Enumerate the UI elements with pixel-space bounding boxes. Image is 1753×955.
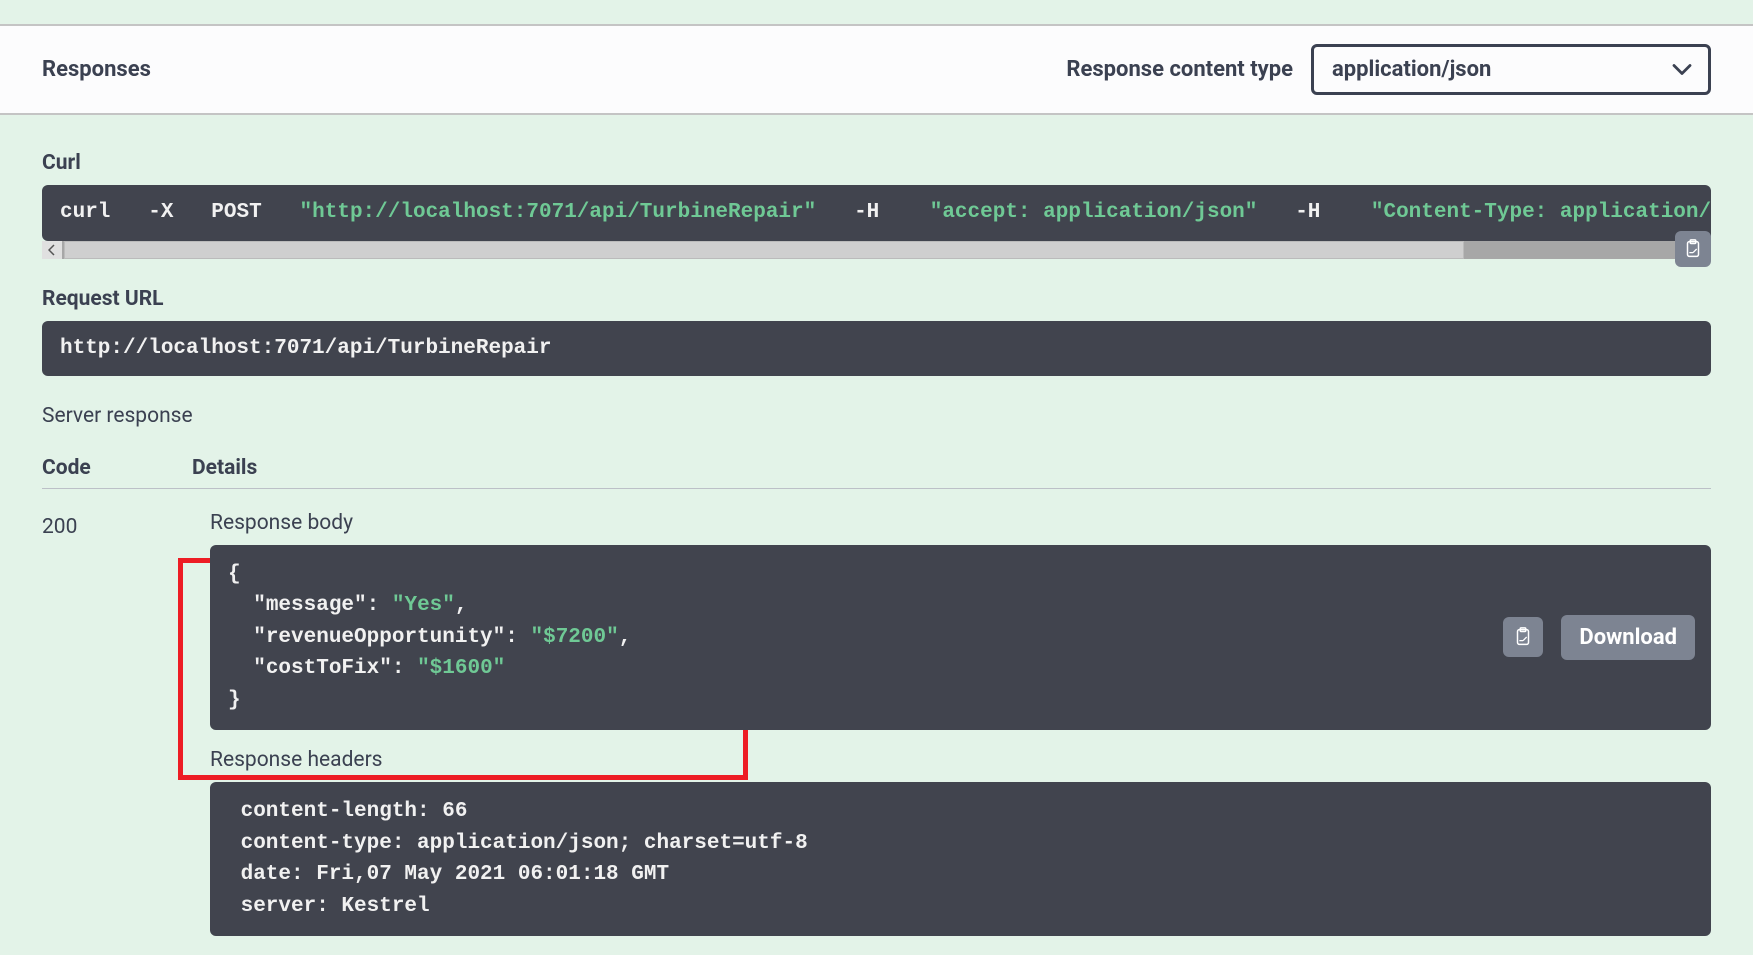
responses-header: Responses Response content type applicat…	[0, 24, 1753, 115]
curl-url: "http://localhost:7071/api/TurbineRepair…	[300, 201, 817, 224]
details-column-header: Details	[192, 456, 1711, 480]
response-table-head: Code Details	[42, 456, 1711, 489]
request-url-label: Request URL	[42, 287, 1711, 311]
response-headers-label: Response headers	[210, 748, 1711, 772]
curl-content-type: "Content-Type: application/json"	[1371, 201, 1711, 224]
status-code: 200	[42, 511, 192, 937]
curl-flag-h2: -H	[1295, 201, 1320, 224]
curl-section: curl -X POST "http://localhost:7071/api/…	[42, 185, 1711, 259]
responses-title: Responses	[42, 57, 151, 82]
response-headers-block: content-length: 66 content-type: applica…	[210, 782, 1711, 936]
curl-cmd: curl	[60, 201, 110, 224]
clipboard-icon	[1512, 626, 1534, 648]
response-body-highlight-frame: Response body	[192, 511, 1711, 535]
response-body-actions: Download	[1503, 615, 1711, 660]
curl-accept: "accept: application/json"	[930, 201, 1258, 224]
content-type-label: Response content type	[1066, 57, 1293, 82]
code-column-header: Code	[42, 456, 192, 480]
clipboard-icon	[1682, 238, 1704, 260]
curl-command-block: curl -X POST "http://localhost:7071/api/…	[42, 185, 1711, 241]
content-area: Curl curl -X POST "http://localhost:7071…	[0, 115, 1753, 936]
content-type-value: application/json	[1332, 57, 1491, 82]
curl-label: Curl	[42, 151, 1711, 175]
curl-method: POST	[211, 201, 261, 224]
content-type-select[interactable]: application/json	[1311, 44, 1711, 95]
curl-scrollbar[interactable]	[42, 241, 1711, 259]
copy-curl-button[interactable]	[1675, 231, 1711, 267]
scrollbar-thumb[interactable]	[64, 241, 1464, 259]
chevron-down-icon	[1672, 57, 1692, 82]
scrollbar-left-arrow[interactable]	[42, 241, 62, 259]
response-body-text: { "message": "Yes", "revenueOpportunity"…	[210, 545, 1503, 731]
curl-flag-x: -X	[148, 201, 173, 224]
details-column: Response body { "message": "Yes", "reven…	[192, 511, 1711, 937]
response-row-200: 200 Response body { "message": "Yes", "r…	[42, 511, 1711, 937]
curl-flag-h1: -H	[854, 201, 879, 224]
response-body-label: Response body	[210, 511, 1711, 535]
response-table: Code Details 200 Response body { "messag…	[42, 456, 1711, 937]
request-url-block: http://localhost:7071/api/TurbineRepair	[42, 321, 1711, 376]
download-button[interactable]: Download	[1561, 615, 1695, 660]
response-body-block: { "message": "Yes", "revenueOpportunity"…	[210, 545, 1711, 731]
copy-body-button[interactable]	[1503, 617, 1543, 657]
content-type-group: Response content type application/json	[1066, 44, 1711, 95]
server-response-label: Server response	[42, 404, 1711, 428]
